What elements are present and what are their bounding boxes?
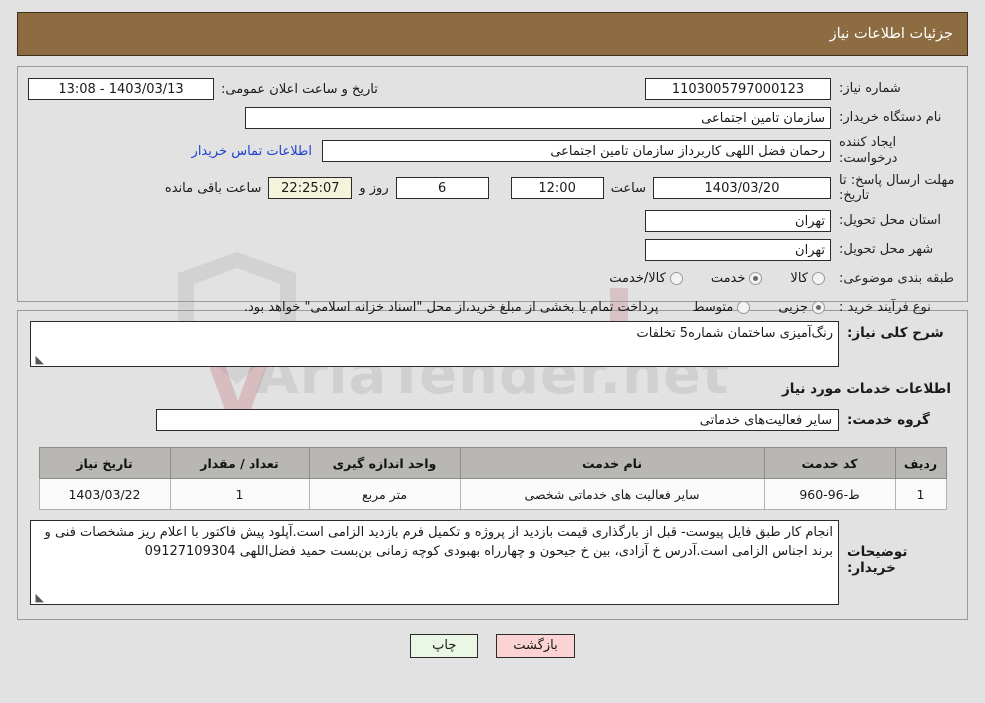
col-service-code: کد خدمت	[763, 447, 896, 479]
category-option-khedmat-label: خدمت	[710, 271, 746, 287]
row-category: طبقه بندی موضوعی: کالا خدمت کالا/خدمت	[28, 267, 957, 291]
col-need-date: تاریخ نیاز	[38, 447, 171, 479]
need-description-label: شرح کلی نیاز:	[847, 325, 944, 341]
category-label: طبقه بندی موضوعی:	[839, 270, 955, 286]
process-label: نوع فرآیند خرید :	[839, 299, 931, 315]
services-table: ردیف کد خدمت نام خدمت واحد اندازه گیری ت…	[38, 447, 947, 510]
publish-datetime-value[interactable]: 1403/03/13 - 13:08	[28, 78, 214, 100]
need-number-value[interactable]: 1103005797000123	[645, 78, 831, 100]
row-province: استان محل تحویل: تهران	[28, 209, 957, 233]
row-need-number: شماره نیاز: 1103005797000123 تاریخ و ساع…	[28, 77, 957, 101]
buyer-notes-value: انجام کار طبق فایل پیوست- قبل از بارگذار…	[44, 525, 833, 559]
buyer-notes-label: توضیحات خریدار:	[847, 544, 908, 576]
cell-quantity: 1	[169, 478, 310, 510]
category-option-kala-khedmat-label: کالا/خدمت	[609, 271, 666, 287]
process-option-motavaset[interactable]: متوسط	[674, 300, 756, 315]
publish-datetime-label: تاریخ و ساعت اعلان عمومی:	[221, 81, 378, 97]
radio-icon-jozi[interactable]	[812, 301, 825, 315]
service-group-value[interactable]: سایر فعالیت‌های خدماتی	[156, 409, 839, 431]
buyer-org-value[interactable]: سازمان تامین اجتماعی	[245, 107, 831, 129]
back-button[interactable]: بازگشت	[496, 634, 575, 658]
province-value[interactable]: تهران	[645, 209, 831, 232]
row-need-description: شرح کلی نیاز: رنگ‌آمیزی ساختمان شماره5 ت…	[30, 321, 955, 367]
col-service-name: نام خدمت	[459, 447, 765, 479]
process-option-jozi[interactable]: جزیی	[760, 300, 831, 315]
requester-label: ایجاد کننده درخواست:	[839, 135, 898, 167]
deadline-hour-label: ساعت	[610, 180, 646, 196]
row-buyer-notes: توضیحات خریدار: انجام کار طبق فایل پیوست…	[30, 520, 955, 605]
buyer-org-label: نام دستگاه خریدار:	[839, 109, 942, 125]
buyer-contact-link[interactable]: اطلاعات تماس خریدار	[182, 144, 322, 159]
page-title-bar: جزئیات اطلاعات نیاز	[17, 12, 968, 56]
deadline-date-value[interactable]: 1403/03/20	[653, 177, 831, 200]
service-group-label: گروه خدمت:	[847, 412, 930, 428]
col-row-no: ردیف	[894, 447, 947, 479]
page-title: جزئیات اطلاعات نیاز	[829, 26, 953, 42]
row-service-group: گروه خدمت: سایر فعالیت‌های خدماتی	[30, 409, 955, 431]
radio-icon-kala-khedmat[interactable]	[669, 272, 683, 286]
city-value[interactable]: تهران	[645, 238, 831, 261]
province-label: استان محل تحویل:	[839, 212, 941, 228]
days-remaining-value[interactable]: 6	[395, 177, 489, 200]
row-requester: ایجاد کننده درخواست: رحمان فضل اللهی کار…	[28, 135, 957, 168]
row-buyer-org: نام دستگاه خریدار: سازمان تامین اجتماعی	[28, 106, 957, 130]
row-city: شهر محل تحویل: تهران	[28, 238, 957, 262]
need-number-label: شماره نیاز:	[839, 80, 901, 96]
cell-row-no: 1	[894, 478, 947, 510]
radio-icon-kala[interactable]	[812, 272, 825, 286]
deadline-time-value[interactable]: 12:00	[510, 177, 604, 200]
need-summary-panel: شماره نیاز: 1103005797000123 تاریخ و ساع…	[17, 66, 968, 315]
process-option-motavaset-label: متوسط	[692, 300, 734, 316]
category-option-kala[interactable]: کالا	[772, 271, 831, 286]
cell-unit: متر مربع	[308, 478, 461, 510]
cell-need-date: 1403/03/22	[38, 478, 171, 510]
footer-button-bar: بازگشت چاپ	[0, 634, 985, 658]
requester-value[interactable]: رحمان فضل اللهی کاربرداز سازمان تامین اج…	[322, 140, 831, 163]
category-option-kala-khedmat[interactable]: کالا/خدمت	[591, 271, 689, 286]
resize-grip-icon[interactable]: ◣	[33, 354, 44, 365]
radio-icon-khedmat[interactable]	[749, 272, 763, 286]
buyer-notes-textarea[interactable]: انجام کار طبق فایل پیوست- قبل از بارگذار…	[30, 520, 839, 605]
need-description-value: رنگ‌آمیزی ساختمان شماره5 تخلفات	[636, 326, 833, 341]
cell-service-name: سایر فعالیت های خدماتی شخصی	[459, 478, 765, 510]
deadline-label: مهلت ارسال پاسخ: تا تاریخ:	[839, 172, 955, 204]
resize-grip-icon[interactable]: ◣	[33, 592, 44, 603]
process-note: پرداخت تمام یا بخشی از مبلغ خرید،از محل …	[243, 300, 659, 316]
table-header-row: ردیف کد خدمت نام خدمت واحد اندازه گیری ت…	[38, 447, 947, 479]
need-details-panel: شرح کلی نیاز: رنگ‌آمیزی ساختمان شماره5 ت…	[17, 310, 968, 620]
col-unit: واحد اندازه گیری	[308, 447, 461, 479]
radio-icon-motavaset[interactable]	[737, 301, 751, 315]
category-option-khedmat[interactable]: خدمت	[693, 271, 769, 286]
need-description-textarea[interactable]: رنگ‌آمیزی ساختمان شماره5 تخلفات ◣	[30, 321, 839, 367]
page-root: جزئیات اطلاعات نیاز شماره نیاز: 11030057…	[0, 12, 985, 658]
table-row: 1 ط-96-960 سایر فعالیت های خدماتی شخصی م…	[38, 478, 947, 510]
clock-remaining-value[interactable]: 22:25:07	[268, 177, 353, 200]
days-remaining-label: روز و	[359, 180, 389, 196]
cell-service-code: ط-96-960	[763, 478, 896, 510]
row-deadline: مهلت ارسال پاسخ: تا تاریخ: 1403/03/20 سا…	[28, 173, 957, 204]
process-option-jozi-label: جزیی	[778, 300, 808, 316]
col-quantity: تعداد / مقدار	[169, 447, 310, 479]
services-section-title: اطلاعات خدمات مورد نیاز	[781, 381, 951, 397]
city-label: شهر محل تحویل:	[839, 241, 934, 257]
category-option-kala-label: کالا	[790, 271, 808, 287]
remaining-suffix-label: ساعت باقی مانده	[164, 180, 262, 196]
print-button[interactable]: چاپ	[410, 634, 479, 658]
